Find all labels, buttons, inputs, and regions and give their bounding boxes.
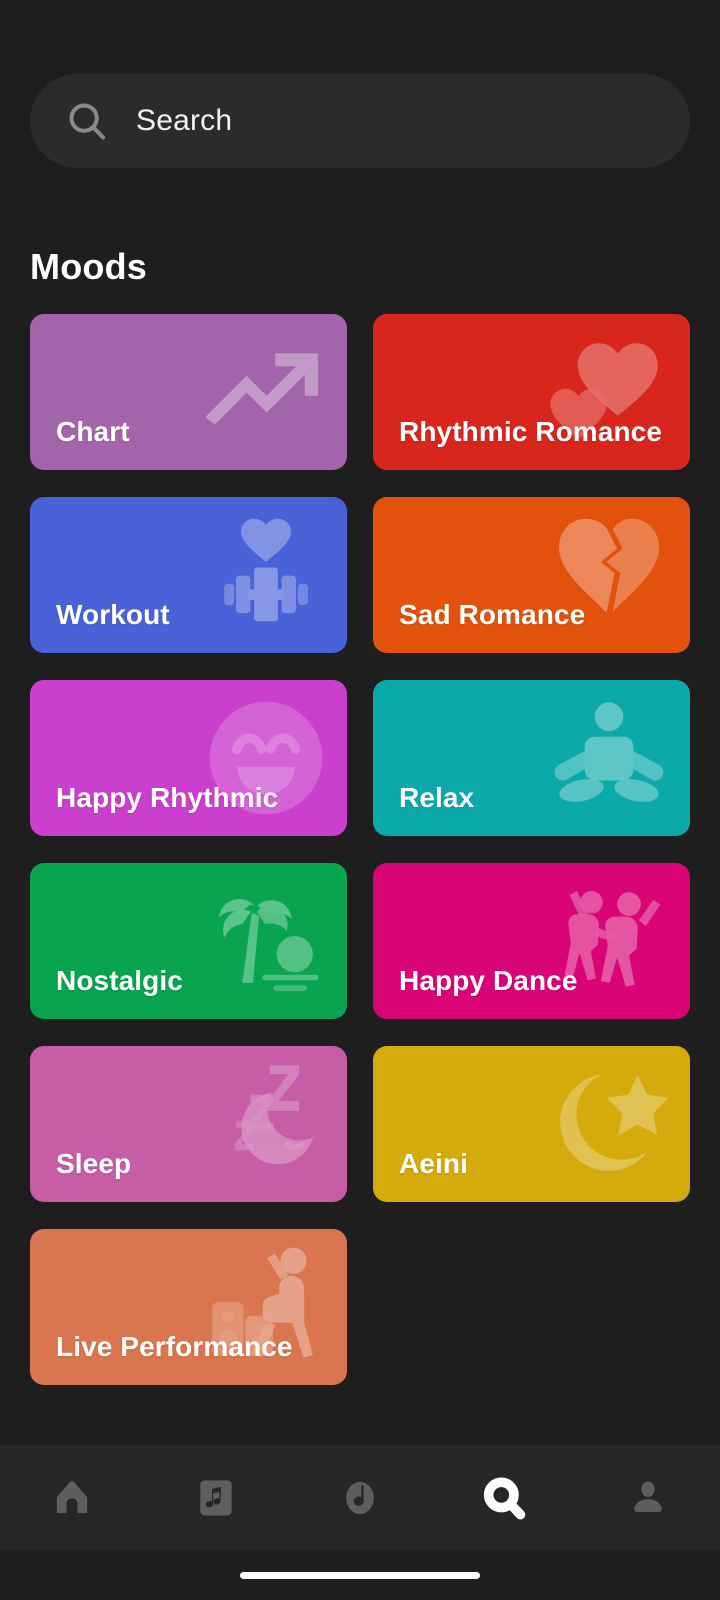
person-icon: [625, 1475, 671, 1521]
nav-item-discover[interactable]: [288, 1445, 432, 1550]
mood-label: Happy Dance: [399, 965, 578, 996]
nav-item-home[interactable]: [0, 1445, 144, 1550]
search-icon: [64, 98, 110, 144]
dumbbell-heart-icon: [191, 500, 341, 650]
meditation-icon: [534, 683, 684, 833]
home-indicator-area: [0, 1550, 720, 1600]
nav-item-library[interactable]: [144, 1445, 288, 1550]
mood-card-rhythmic-romance[interactable]: Rhythmic Romance: [373, 314, 690, 470]
mood-card-aeini[interactable]: Aeini: [373, 1046, 690, 1202]
mood-label: Happy Rhythmic: [56, 782, 279, 813]
nav-item-search[interactable]: [432, 1445, 576, 1550]
mood-label: Workout: [56, 599, 170, 630]
home-icon: [49, 1475, 95, 1521]
mood-label: Live Performance: [56, 1331, 293, 1362]
mood-label: Nostalgic: [56, 965, 183, 996]
nav-item-profile[interactable]: [576, 1445, 720, 1550]
search-input[interactable]: Search: [30, 74, 690, 168]
mood-card-chart[interactable]: Chart: [30, 314, 347, 470]
bottom-navigation: [0, 1445, 720, 1550]
mood-label: Chart: [56, 416, 130, 447]
search-section: Search: [0, 0, 720, 168]
app-screen: Search Moods Chart Rhythmic Romance Work…: [0, 0, 720, 1600]
mood-card-happy-dance[interactable]: Happy Dance: [373, 863, 690, 1019]
palm-beach-icon: [191, 866, 341, 1016]
mood-card-workout[interactable]: Workout: [30, 497, 347, 653]
mood-card-relax[interactable]: Relax: [373, 680, 690, 836]
mood-card-happy-rhythmic[interactable]: Happy Rhythmic: [30, 680, 347, 836]
vinyl-note-icon: [337, 1475, 383, 1521]
trending-up-icon: [191, 317, 341, 467]
moods-grid: Chart Rhythmic Romance Workout Sad Roman…: [0, 314, 720, 1385]
mood-label: Sad Romance: [399, 599, 586, 630]
mood-label: Sleep: [56, 1148, 132, 1179]
mood-label: Aeini: [399, 1148, 468, 1179]
mood-card-nostalgic[interactable]: Nostalgic: [30, 863, 347, 1019]
mood-label: Relax: [399, 782, 475, 813]
page-title: Moods: [30, 246, 147, 287]
crescent-star-icon: [534, 1049, 684, 1199]
search-placeholder: Search: [136, 104, 233, 137]
mood-label: Rhythmic Romance: [399, 416, 662, 447]
search-icon: [481, 1475, 527, 1521]
mood-card-sleep[interactable]: Sleep: [30, 1046, 347, 1202]
sleeping-moon-icon: [191, 1049, 341, 1199]
mood-card-sad-romance[interactable]: Sad Romance: [373, 497, 690, 653]
home-indicator[interactable]: [240, 1571, 480, 1579]
mood-card-live-performance[interactable]: Live Performance: [30, 1229, 347, 1385]
music-note-card-icon: [193, 1475, 239, 1521]
